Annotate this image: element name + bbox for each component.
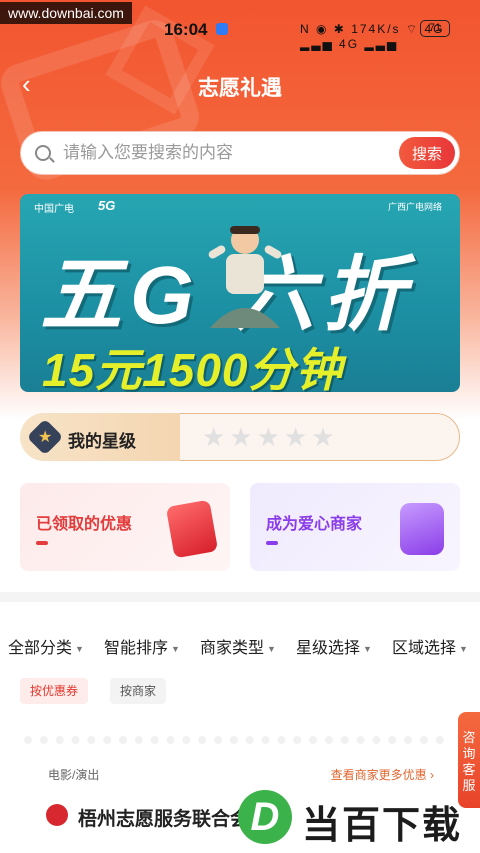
caret-down-icon: ▼ — [75, 643, 84, 654]
filter-merchant-type[interactable]: 商家类型 ▼ — [200, 634, 276, 658]
merchant-more-link[interactable]: 查看商家更多优惠 › — [331, 766, 434, 783]
watermark-text: 当百下载 — [302, 805, 463, 847]
filter-smart-sort[interactable]: 智能排序 ▼ — [104, 634, 180, 658]
search-icon — [35, 145, 51, 161]
promo-banner[interactable]: 中国广电 5G 广西广电网络 五G 六折 15元1500分钟 — [20, 194, 460, 392]
caret-down-icon: ▼ — [363, 643, 372, 654]
caret-down-icon: ▼ — [459, 643, 468, 654]
search-button[interactable]: 搜索 — [399, 137, 455, 169]
page-title: 志愿礼遇 — [198, 77, 282, 100]
star-level-label: 我的星级 — [68, 432, 136, 451]
claimed-coupons-card[interactable]: 已领取的优惠 — [20, 483, 230, 571]
watermark-top: www.downbai.com — [0, 2, 132, 24]
become-merchant-card[interactable]: 成为爱心商家 — [250, 483, 460, 571]
card-title: 成为爱心商家 — [266, 516, 363, 533]
gift-box-icon — [400, 503, 444, 555]
nav-bar: ‹ 志愿礼遇 — [0, 62, 480, 106]
search-bar: 搜索 — [20, 131, 460, 175]
watermark-bottom: D 当百下载 — [238, 790, 478, 847]
banner-logo-left: 中国广电 — [34, 204, 74, 215]
merchant-category: 电影/演出 — [48, 768, 100, 782]
notification-badge-icon — [216, 23, 228, 35]
caret-down-icon: ▼ — [171, 643, 180, 654]
banner-logo-right: 广西广电网络 — [387, 202, 442, 212]
banner-subline: 15元1500分钟 — [42, 344, 343, 392]
tag-by-merchant[interactable]: 按商家 — [110, 678, 167, 704]
card-title: 已领取的优惠 — [36, 516, 133, 533]
filter-star-select[interactable]: 星级选择 ▼ — [296, 634, 372, 658]
status-time: 16:04 — [164, 20, 208, 39]
filter-bar: 全部分类 ▼ 智能排序 ▼ 商家类型 ▼ 星级选择 ▼ 区域选择 ▼ — [0, 630, 480, 660]
banner-5g-badge: 5G — [98, 198, 116, 213]
merchant-name: 梧州志愿服务联合会 — [78, 809, 250, 830]
filter-region-select[interactable]: 区域选择 ▼ — [392, 634, 468, 658]
section-divider — [0, 592, 480, 602]
star-icon: ★ — [38, 429, 53, 446]
tag-by-coupon[interactable]: 按优惠券 — [20, 678, 89, 704]
banner-child-illustration — [208, 226, 282, 328]
star-level-bar[interactable]: ★ 我的星级 ★★★★★ — [20, 413, 460, 461]
status-icons: N ◉ ✱ 174K/s ⌔ 4G ▂▃▅ 4G ▂▃▅ — [300, 22, 445, 51]
filter-all-categories[interactable]: 全部分类 ▼ — [8, 634, 84, 658]
card-dash — [266, 541, 278, 545]
watermark-logo: D — [238, 790, 292, 844]
battery-icon: 71 — [420, 20, 450, 37]
search-input[interactable] — [63, 132, 403, 174]
merchant-logo-icon — [46, 804, 68, 826]
red-envelope-icon — [165, 499, 219, 559]
star-rating: ★★★★★ — [202, 422, 339, 452]
card-dash — [36, 541, 48, 545]
caret-down-icon: ▼ — [267, 643, 276, 654]
